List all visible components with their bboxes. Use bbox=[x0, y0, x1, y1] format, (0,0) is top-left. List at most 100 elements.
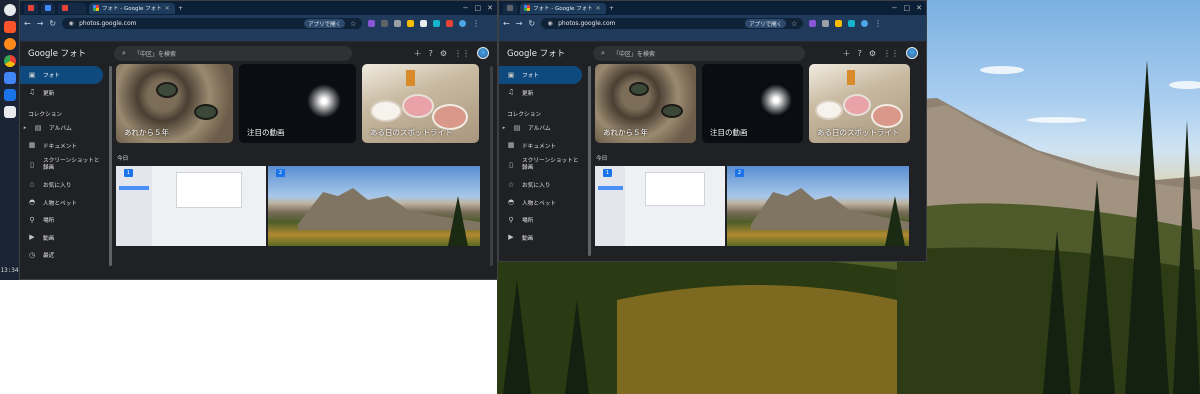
chevron-right-icon[interactable]: ▸ bbox=[502, 124, 506, 132]
sidebar-item-photos[interactable]: ▣ フォト bbox=[20, 66, 103, 84]
extension-icon[interactable] bbox=[420, 20, 428, 27]
memory-card-video[interactable]: 注目の動画 bbox=[702, 64, 803, 143]
sidebar-item-people[interactable]: ◓ 人物とペット bbox=[20, 194, 103, 212]
sidebar-item-screenshots[interactable]: ▯ スクリーンショットと録画 bbox=[499, 154, 582, 176]
profile-icon[interactable] bbox=[459, 20, 467, 27]
open-in-app-button[interactable]: アプリで開く bbox=[304, 19, 346, 28]
memory-card-cat[interactable]: あれから５年 bbox=[595, 64, 696, 143]
close-icon[interactable]: ✕ bbox=[165, 5, 170, 12]
add-icon[interactable]: ＋ bbox=[843, 48, 851, 59]
extension-icon[interactable] bbox=[394, 20, 402, 27]
sidebar-item-albums[interactable]: ▸ ▤ アルバム bbox=[20, 119, 103, 137]
new-tab-button[interactable]: + bbox=[178, 5, 183, 12]
close-window-button[interactable]: ✕ bbox=[916, 4, 922, 12]
sidebar-scrollbar[interactable] bbox=[109, 66, 112, 266]
reload-icon[interactable]: ↻ bbox=[528, 19, 535, 28]
omnibox[interactable]: ◉ photos.google.com アプリで開く ☆ bbox=[62, 18, 363, 29]
selection-badge[interactable]: 2 bbox=[735, 169, 744, 177]
close-icon[interactable]: ✕ bbox=[596, 5, 601, 12]
search-placeholder[interactable]: 「中区」を検索 bbox=[613, 49, 655, 58]
files-icon[interactable] bbox=[3, 72, 16, 84]
photo-tile-mountain[interactable]: 2 bbox=[268, 166, 480, 246]
search-box[interactable]: ⌕ 「中区」を検索 bbox=[114, 45, 352, 61]
minimize-button[interactable]: − bbox=[892, 4, 898, 12]
account-avatar[interactable] bbox=[477, 47, 489, 59]
search-placeholder[interactable]: 「中区」を検索 bbox=[134, 49, 176, 58]
extension-icon[interactable] bbox=[809, 20, 817, 27]
search-box[interactable]: ⌕ 「中区」を検索 bbox=[593, 45, 805, 61]
reload-icon[interactable]: ↻ bbox=[49, 19, 56, 28]
bookmark-star-icon[interactable]: ☆ bbox=[349, 20, 357, 28]
selection-badge[interactable]: 1 bbox=[124, 169, 133, 177]
sidebar-item-videos[interactable]: ▶ 動画 bbox=[20, 229, 103, 247]
help-icon[interactable]: ? bbox=[429, 49, 433, 58]
tab-strip-button[interactable] bbox=[503, 2, 517, 14]
memory-card-video[interactable]: 注目の動画 bbox=[239, 64, 356, 143]
account-avatar[interactable] bbox=[906, 47, 918, 59]
docs-icon[interactable] bbox=[3, 106, 16, 118]
google-photos-logo[interactable]: Google フォト bbox=[28, 47, 106, 59]
extension-icon[interactable] bbox=[368, 20, 376, 27]
sidebar-item-documents[interactable]: ▦ ドキュメント bbox=[499, 137, 582, 155]
back-icon[interactable]: ← bbox=[503, 19, 510, 28]
memory-card-spotlight[interactable]: ある日のスポットライト bbox=[809, 64, 910, 143]
help-icon[interactable]: ? bbox=[858, 49, 862, 58]
extension-icon[interactable] bbox=[848, 20, 856, 27]
settings-gear-icon[interactable]: ⚙ bbox=[440, 49, 447, 58]
apps-grid-icon[interactable]: ⋮⋮ bbox=[883, 49, 899, 58]
sidebar-item-videos[interactable]: ▶ 動画 bbox=[499, 229, 582, 247]
minimize-button[interactable]: − bbox=[463, 4, 469, 12]
tab-pinned-1[interactable] bbox=[24, 2, 38, 14]
site-info-icon[interactable]: ◉ bbox=[67, 20, 75, 28]
extension-icon[interactable] bbox=[446, 20, 454, 27]
search-icon[interactable]: ⌕ bbox=[120, 49, 128, 57]
omnibox[interactable]: ◉ photos.google.com アプリで開く ☆ bbox=[541, 18, 804, 29]
sidebar-item-photos[interactable]: ▣ フォト bbox=[499, 66, 582, 84]
profile-icon[interactable] bbox=[861, 20, 869, 27]
settings-gear-icon[interactable]: ⚙ bbox=[869, 49, 876, 58]
tab-pinned-2[interactable] bbox=[41, 2, 55, 14]
brave-icon[interactable] bbox=[3, 21, 16, 33]
sidebar-item-updates[interactable]: ♫ 更新 bbox=[20, 84, 103, 102]
tab-pinned-3[interactable] bbox=[58, 2, 86, 14]
sidebar-item-recent[interactable]: ◷ 最近 bbox=[20, 246, 103, 264]
firefox-icon[interactable] bbox=[3, 38, 16, 50]
photo-tile-screenshot[interactable]: 1 bbox=[116, 166, 266, 246]
selection-badge[interactable]: 1 bbox=[603, 169, 612, 177]
sidebar-item-places[interactable]: ⚲ 場所 bbox=[20, 211, 103, 229]
sidebar-item-updates[interactable]: ♫ 更新 bbox=[499, 84, 582, 102]
search-icon[interactable]: ⌕ bbox=[599, 49, 607, 57]
memory-card-spotlight[interactable]: ある日のスポットライト bbox=[362, 64, 479, 143]
sidebar-item-places[interactable]: ⚲ 場所 bbox=[499, 211, 582, 229]
forward-icon[interactable]: → bbox=[516, 19, 523, 28]
forward-icon[interactable]: → bbox=[37, 19, 44, 28]
sidebar-item-favorites[interactable]: ☆ お気に入り bbox=[499, 176, 582, 194]
maximize-button[interactable]: □ bbox=[904, 4, 911, 12]
main-scrollbar[interactable] bbox=[490, 66, 493, 266]
photo-tile-mountain[interactable]: 2 bbox=[727, 166, 909, 246]
menu-icon[interactable]: ⋮ bbox=[874, 19, 882, 28]
site-info-icon[interactable]: ◉ bbox=[546, 20, 554, 28]
selection-badge[interactable]: 2 bbox=[276, 169, 285, 177]
launcher-icon[interactable] bbox=[3, 4, 16, 16]
sidebar-item-albums[interactable]: ▸ ▤ アルバム bbox=[499, 119, 582, 137]
apps-grid-icon[interactable]: ⋮⋮ bbox=[454, 49, 470, 58]
maximize-button[interactable]: □ bbox=[475, 4, 482, 12]
sidebar-item-documents[interactable]: ▦ ドキュメント bbox=[20, 137, 103, 155]
close-window-button[interactable]: ✕ bbox=[487, 4, 493, 12]
extension-icon[interactable] bbox=[433, 20, 441, 27]
new-tab-button[interactable]: + bbox=[609, 5, 614, 12]
google-photos-logo[interactable]: Google フォト bbox=[507, 47, 585, 59]
sidebar-item-screenshots[interactable]: ▯ スクリーンショットと録画 bbox=[20, 154, 103, 176]
tab-photos[interactable]: フォト - Google フォト ✕ bbox=[520, 2, 606, 14]
add-icon[interactable]: ＋ bbox=[414, 48, 422, 59]
url-text[interactable]: photos.google.com bbox=[558, 20, 615, 27]
chevron-right-icon[interactable]: ▸ bbox=[23, 124, 27, 132]
extension-icon[interactable] bbox=[381, 20, 389, 27]
menu-icon[interactable]: ⋮ bbox=[472, 19, 480, 28]
store-icon[interactable] bbox=[3, 89, 16, 101]
open-in-app-button[interactable]: アプリで開く bbox=[745, 19, 787, 28]
photo-tile-screenshot[interactable]: 1 bbox=[595, 166, 725, 246]
tab-photos[interactable]: フォト - Google フォト ✕ bbox=[89, 2, 175, 14]
sidebar-item-favorites[interactable]: ☆ お気に入り bbox=[20, 176, 103, 194]
